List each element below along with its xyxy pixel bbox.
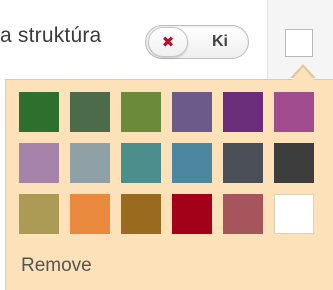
color-swatch[interactable] — [121, 143, 161, 183]
color-swatch[interactable] — [70, 143, 110, 183]
color-swatch[interactable] — [19, 143, 59, 183]
color-swatch[interactable] — [274, 194, 314, 234]
toggle-state-label: Ki — [212, 33, 228, 50]
color-swatch[interactable] — [223, 92, 263, 132]
current-color-preview — [285, 29, 313, 57]
toggle-knob[interactable]: ✖ — [148, 27, 188, 57]
color-swatch[interactable] — [172, 194, 212, 234]
color-swatch[interactable] — [19, 194, 59, 234]
color-swatch[interactable] — [274, 92, 314, 132]
remove-color-link[interactable]: Remove — [21, 255, 92, 277]
color-swatch[interactable] — [223, 143, 263, 183]
color-swatch[interactable] — [121, 92, 161, 132]
off-toggle[interactable]: ✖ Ki — [145, 25, 249, 59]
color-palette-popover: Remove — [5, 79, 333, 290]
color-swatch[interactable] — [70, 194, 110, 234]
popover-arrow — [292, 67, 314, 80]
color-swatch[interactable] — [172, 143, 212, 183]
toolbar: a struktúra ✖ Ki — [0, 0, 333, 80]
color-swatch[interactable] — [274, 143, 314, 183]
close-icon: ✖ — [161, 32, 175, 51]
toolbar-label: a struktúra — [0, 24, 102, 47]
color-swatch[interactable] — [19, 92, 59, 132]
color-swatch[interactable] — [70, 92, 110, 132]
color-swatch[interactable] — [172, 92, 212, 132]
color-swatch[interactable] — [223, 194, 263, 234]
color-swatch[interactable] — [121, 194, 161, 234]
